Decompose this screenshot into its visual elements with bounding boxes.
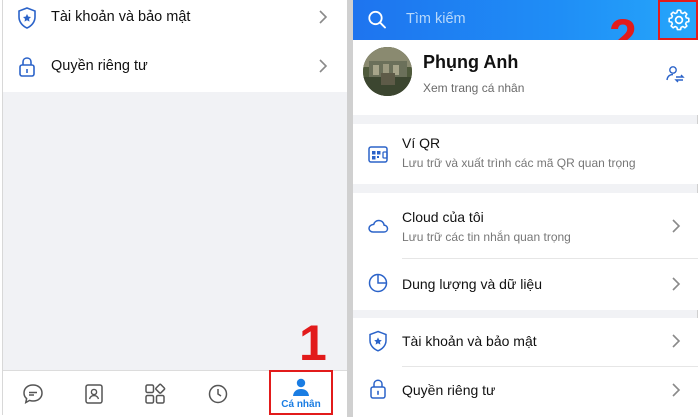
- lock-icon: [19, 57, 35, 77]
- chevron-right-icon: [319, 10, 328, 24]
- menu-item-title: Cloud của tôi: [402, 209, 484, 225]
- menu-group-security: Tài khoản và bảo mật Quyền riêng tư: [353, 318, 698, 415]
- qr-wallet-icon: [368, 146, 388, 163]
- nav-contacts[interactable]: [64, 371, 124, 416]
- avatar-photo: [363, 47, 412, 96]
- menu-item-qr-wallet[interactable]: Ví QR Lưu trữ và xuất trình các mã QR qu…: [353, 124, 698, 184]
- menu-item-privacy[interactable]: Quyền riêng tư: [353, 367, 698, 415]
- profile-name: Phụng Anh: [423, 52, 519, 72]
- menu-item-title: Ví QR: [402, 135, 441, 151]
- search-input[interactable]: Tìm kiếm: [406, 11, 466, 27]
- menu-item-title: Quyền riêng tư: [402, 382, 496, 398]
- contacts-icon: [85, 383, 103, 404]
- discover-grid-icon: [145, 383, 166, 404]
- profile-subtitle[interactable]: Xem trang cá nhân: [423, 81, 524, 95]
- avatar[interactable]: [363, 47, 412, 96]
- menu-item-title: Dung lượng và dữ liệu: [402, 276, 542, 292]
- left-phone-screen: Tài khoản và bảo mật Quyền riêng tư 1 Cá…: [2, 0, 347, 416]
- settings-item-account-security[interactable]: Tài khoản và bảo mật: [3, 0, 347, 44]
- nav-timeline[interactable]: [188, 371, 248, 416]
- annotation-highlight-box: [269, 370, 333, 415]
- menu-item-account-security[interactable]: Tài khoản và bảo mật: [353, 318, 698, 366]
- settings-item-label: Tài khoản và bảo mật: [51, 9, 191, 25]
- screenshot-frame: Tài khoản và bảo mật Quyền riêng tư 1 Cá…: [0, 0, 700, 417]
- pie-chart-icon: [368, 273, 388, 293]
- settings-item-label: Quyền riêng tư: [51, 58, 148, 74]
- switch-account-icon[interactable]: [665, 64, 685, 84]
- profile-card[interactable]: Phụng Anh Xem trang cá nhân: [353, 40, 698, 115]
- annotation-highlight-box: [658, 0, 698, 40]
- cloud-icon: [368, 219, 389, 233]
- menu-item-storage-data[interactable]: Dung lượng và dữ liệu: [353, 259, 698, 310]
- step-number-1: 1: [299, 315, 327, 371]
- timeline-clock-icon: [208, 384, 228, 403]
- chevron-right-icon: [319, 59, 328, 73]
- menu-item-my-cloud[interactable]: Cloud của tôi Lưu trữ các tin nhắn quan …: [353, 193, 698, 255]
- empty-content-area: [3, 92, 347, 370]
- menu-group-storage: Cloud của tôi Lưu trữ các tin nhắn quan …: [353, 193, 698, 310]
- top-search-bar: Tìm kiếm: [353, 0, 698, 40]
- shield-icon: [18, 7, 36, 29]
- chevron-right-icon: [672, 334, 681, 348]
- menu-item-subtitle: Lưu trữ và xuất trình các mã QR quan trọ…: [402, 156, 636, 170]
- chevron-right-icon: [672, 219, 681, 233]
- menu-item-title: Tài khoản và bảo mật: [402, 333, 537, 349]
- nav-messages[interactable]: [3, 371, 63, 416]
- message-icon: [23, 383, 43, 404]
- search-icon[interactable]: [367, 9, 387, 31]
- shield-icon: [369, 330, 387, 352]
- right-phone-screen: Tìm kiếm 2 Phụng Anh Xem trang cá nhân V…: [353, 0, 698, 415]
- lock-icon: [370, 379, 386, 399]
- chevron-right-icon: [672, 277, 681, 291]
- chevron-right-icon: [672, 383, 681, 397]
- settings-item-privacy[interactable]: Quyền riêng tư: [3, 44, 347, 88]
- nav-discover[interactable]: [125, 371, 185, 416]
- menu-item-subtitle: Lưu trữ các tin nhắn quan trọng: [402, 230, 571, 244]
